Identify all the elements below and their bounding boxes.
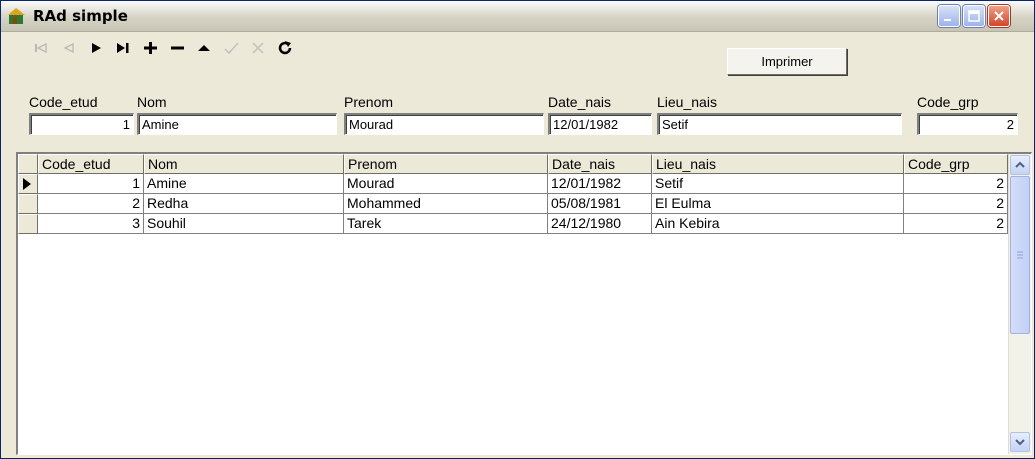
table-cell[interactable]: 2 [904, 214, 1008, 234]
maximize-icon [968, 10, 980, 22]
nom-field[interactable]: Amine [137, 113, 337, 135]
table-cell[interactable]: Tarek [344, 214, 548, 234]
app-window: RAd simple Imprimer Code_etud Nom Prenom… [0, 0, 1035, 459]
edit-button[interactable] [191, 35, 217, 61]
scroll-thumb[interactable] [1010, 176, 1030, 334]
post-button[interactable] [218, 35, 244, 61]
refresh-button[interactable] [272, 35, 298, 61]
table-cell[interactable]: Mourad [344, 174, 548, 194]
code-grp-field[interactable]: 2 [917, 113, 1018, 135]
table-cell[interactable]: Mohammed [344, 194, 548, 214]
column-header-date-nais[interactable]: Date_nais [548, 154, 652, 174]
close-button[interactable] [988, 5, 1010, 27]
post-record-icon [224, 42, 239, 55]
table-cell[interactable]: El Eulma [652, 194, 904, 214]
table-cell[interactable]: 3 [38, 214, 144, 234]
last-record-icon [117, 43, 129, 53]
table-cell[interactable]: Setif [652, 174, 904, 194]
prior-record-icon [63, 42, 74, 54]
grid-corner [18, 154, 38, 174]
table-cell[interactable]: 05/08/1981 [548, 194, 652, 214]
current-row-arrow-icon [23, 178, 31, 190]
cancel-record-icon [252, 42, 264, 54]
lieu-nais-field[interactable]: Setif [657, 113, 902, 135]
maximize-button[interactable] [963, 5, 985, 27]
row-indicator[interactable] [18, 214, 38, 234]
delete-record-icon [171, 46, 184, 50]
code-etud-field[interactable]: 1 [29, 113, 134, 135]
table-cell[interactable]: 2 [904, 194, 1008, 214]
minimize-icon [944, 19, 951, 21]
scroll-up-button[interactable] [1010, 155, 1030, 175]
table-cell[interactable]: Ain Kebira [652, 214, 904, 234]
first-button[interactable] [28, 35, 54, 61]
edit-record-icon [198, 45, 210, 51]
column-header-lieu-nais[interactable]: Lieu_nais [652, 154, 904, 174]
table-cell[interactable]: 2 [38, 194, 144, 214]
table-cell[interactable]: Amine [144, 174, 344, 194]
chevron-down-icon [1015, 439, 1025, 446]
insert-record-icon [144, 42, 157, 54]
next-button[interactable] [83, 35, 109, 61]
table-cell[interactable]: Souhil [144, 214, 344, 234]
refresh-record-icon [278, 41, 292, 55]
first-record-icon [35, 42, 47, 54]
prenom-label: Prenom [344, 94, 394, 110]
minimize-button[interactable] [938, 5, 960, 27]
row-indicator[interactable] [18, 174, 38, 194]
nom-label: Nom [137, 94, 167, 110]
code-grp-label: Code_grp [917, 94, 979, 110]
code-etud-label: Code_etud [29, 94, 98, 110]
cancel-button[interactable] [245, 35, 271, 61]
column-header-code-grp[interactable]: Code_grp [904, 154, 1008, 174]
table-cell[interactable]: 12/01/1982 [548, 174, 652, 194]
data-grid[interactable]: Code_etud Nom Prenom Date_nais Lieu_nais… [16, 152, 1032, 455]
table-cell[interactable]: 2 [904, 174, 1008, 194]
column-header-prenom[interactable]: Prenom [344, 154, 548, 174]
close-icon [994, 11, 1004, 21]
column-header-nom[interactable]: Nom [144, 154, 344, 174]
title-bar[interactable]: RAd simple [1, 1, 1034, 32]
print-button[interactable]: Imprimer [727, 48, 847, 75]
window-title: RAd simple [33, 7, 128, 25]
table-cell[interactable]: 1 [38, 174, 144, 194]
table-cell[interactable]: Redha [144, 194, 344, 214]
insert-button[interactable] [137, 35, 163, 61]
column-header-code-etud[interactable]: Code_etud [38, 154, 144, 174]
grip-icon [1017, 251, 1023, 259]
app-icon[interactable] [7, 6, 27, 26]
row-indicator[interactable] [18, 194, 38, 214]
delete-button[interactable] [164, 35, 190, 61]
date-nais-field[interactable]: 12/01/1982 [548, 113, 652, 135]
scroll-down-button[interactable] [1010, 432, 1030, 452]
vertical-scrollbar[interactable] [1008, 154, 1031, 454]
last-button[interactable] [110, 35, 136, 61]
lieu-nais-label: Lieu_nais [657, 94, 717, 110]
prenom-field[interactable]: Mourad [344, 113, 544, 135]
date-nais-label: Date_nais [548, 94, 612, 110]
prior-button[interactable] [56, 35, 82, 61]
table-cell[interactable]: 24/12/1980 [548, 214, 652, 234]
chevron-up-icon [1015, 161, 1025, 168]
next-record-icon [92, 43, 101, 53]
